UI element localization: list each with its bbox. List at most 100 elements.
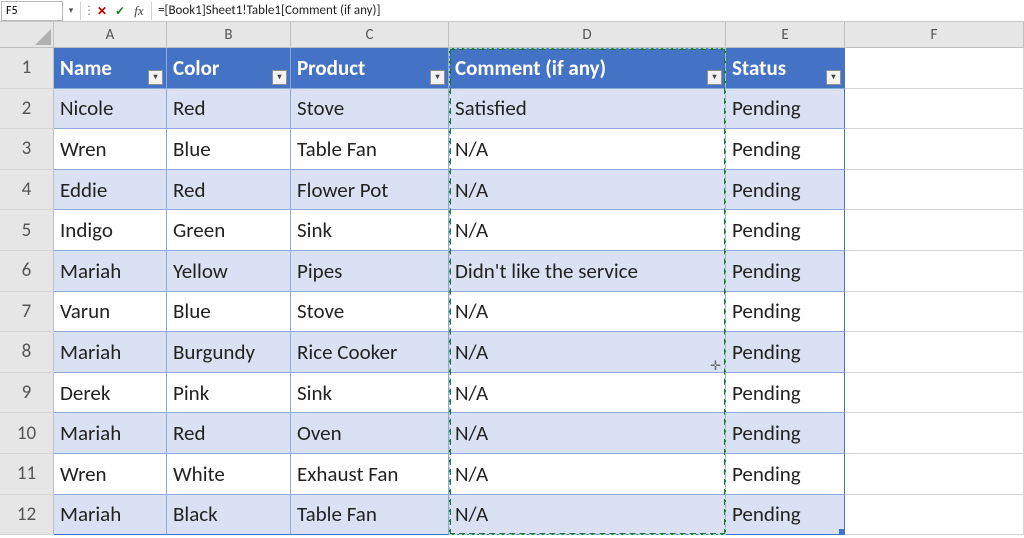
table-cell[interactable]: Table Fan <box>291 495 449 536</box>
table-cell[interactable]: Mariah <box>54 251 167 292</box>
name-box[interactable]: F5 <box>1 1 63 21</box>
table-cell[interactable]: Mariah <box>54 495 167 536</box>
table-cell[interactable]: Stove <box>291 89 449 130</box>
table-cell[interactable]: Pending <box>726 210 845 251</box>
row-header[interactable]: 4 <box>0 170 54 211</box>
cell[interactable] <box>845 373 1024 414</box>
table-cell[interactable]: N/A <box>449 292 726 333</box>
table-cell[interactable]: Indigo <box>54 210 167 251</box>
table-cell[interactable]: Table Fan <box>291 129 449 170</box>
table-cell[interactable]: Pending <box>726 454 845 495</box>
table-cell[interactable]: N/A <box>449 129 726 170</box>
cell[interactable] <box>845 292 1024 333</box>
table-cell[interactable]: Pending <box>726 292 845 333</box>
table-cell[interactable]: Mariah <box>54 332 167 373</box>
table-cell[interactable]: Wren <box>54 129 167 170</box>
table-cell[interactable]: Pending <box>726 251 845 292</box>
table-cell[interactable]: Pending <box>726 170 845 211</box>
cell[interactable] <box>845 495 1024 536</box>
formula-input[interactable]: =[Book1]Sheet1!Table1[Comment (if any)] <box>154 3 1024 18</box>
table-cell[interactable]: Burgundy <box>167 332 291 373</box>
filter-dropdown-icon[interactable]: ▾ <box>826 70 841 85</box>
cell[interactable] <box>845 210 1024 251</box>
row-header[interactable]: 8 <box>0 332 54 373</box>
table-cell[interactable]: Yellow <box>167 251 291 292</box>
table-cell[interactable]: Exhaust Fan <box>291 454 449 495</box>
table-cell[interactable]: Flower Pot <box>291 170 449 211</box>
filter-dropdown-icon[interactable]: ▾ <box>707 70 722 85</box>
table-cell[interactable]: N/A <box>449 495 726 536</box>
table-cell[interactable]: Pink <box>167 373 291 414</box>
table-header-cell[interactable]: Color▾ <box>167 48 291 89</box>
row-header[interactable]: 3 <box>0 129 54 170</box>
row-header[interactable]: 6 <box>0 251 54 292</box>
enter-button[interactable]: ✓ <box>111 1 129 21</box>
table-cell[interactable]: N/A <box>449 170 726 211</box>
row-header[interactable]: 2 <box>0 89 54 130</box>
insert-function-button[interactable]: fx <box>129 3 149 19</box>
cell[interactable] <box>845 129 1024 170</box>
table-cell[interactable]: Red <box>167 170 291 211</box>
table-cell[interactable]: Wren <box>54 454 167 495</box>
row-header[interactable]: 9 <box>0 373 54 414</box>
name-box-dropdown-icon[interactable]: ▾ <box>64 1 78 21</box>
table-cell[interactable]: Derek <box>54 373 167 414</box>
select-all-corner[interactable] <box>0 22 54 48</box>
row-header[interactable]: 12 <box>0 495 54 536</box>
filter-dropdown-icon[interactable]: ▾ <box>148 70 163 85</box>
column-header[interactable]: C <box>291 22 449 48</box>
cell[interactable] <box>845 413 1024 454</box>
table-cell[interactable]: White <box>167 454 291 495</box>
row-header[interactable]: 11 <box>0 454 54 495</box>
cell[interactable] <box>845 454 1024 495</box>
table-cell[interactable]: N/A <box>449 210 726 251</box>
table-cell[interactable]: Blue <box>167 129 291 170</box>
table-cell[interactable]: Sink <box>291 373 449 414</box>
row-header[interactable]: 10 <box>0 413 54 454</box>
table-cell[interactable]: Pending <box>726 495 845 536</box>
table-cell[interactable]: Rice Cooker <box>291 332 449 373</box>
row-header[interactable]: 5 <box>0 210 54 251</box>
table-cell[interactable]: Nicole <box>54 89 167 130</box>
column-header[interactable]: B <box>167 22 291 48</box>
table-header-cell[interactable]: Status▾ <box>726 48 845 89</box>
table-cell[interactable]: Red <box>167 413 291 454</box>
row-header[interactable]: 1 <box>0 48 54 89</box>
cancel-button[interactable]: ✕ <box>93 1 111 21</box>
table-header-cell[interactable]: Comment (if any)▾ <box>449 48 726 89</box>
table-cell[interactable]: Satisfied <box>449 89 726 130</box>
filter-dropdown-icon[interactable]: ▾ <box>272 70 287 85</box>
table-resize-handle[interactable] <box>839 529 845 535</box>
table-cell[interactable]: Pending <box>726 89 845 130</box>
table-cell[interactable]: Oven <box>291 413 449 454</box>
table-cell[interactable]: N/A <box>449 373 726 414</box>
column-header[interactable]: D <box>449 22 726 48</box>
column-header[interactable]: E <box>726 22 845 48</box>
table-cell[interactable]: Pipes <box>291 251 449 292</box>
table-cell[interactable]: Pending <box>726 129 845 170</box>
table-cell[interactable]: Blue <box>167 292 291 333</box>
table-cell[interactable]: Varun <box>54 292 167 333</box>
cell[interactable] <box>845 251 1024 292</box>
table-header-cell[interactable]: Name▾ <box>54 48 167 89</box>
table-cell[interactable]: Didn't like the service <box>449 251 726 292</box>
table-cell[interactable]: Eddie <box>54 170 167 211</box>
table-cell[interactable]: Red <box>167 89 291 130</box>
cell[interactable] <box>845 89 1024 130</box>
table-header-cell[interactable]: Product▾ <box>291 48 449 89</box>
table-cell[interactable]: N/A <box>449 454 726 495</box>
filter-dropdown-icon[interactable]: ▾ <box>430 70 445 85</box>
table-cell[interactable]: N/A <box>449 332 726 373</box>
table-cell[interactable]: Pending <box>726 413 845 454</box>
row-header[interactable]: 7 <box>0 292 54 333</box>
cell[interactable] <box>845 170 1024 211</box>
table-cell[interactable]: Sink <box>291 210 449 251</box>
table-cell[interactable]: N/A <box>449 413 726 454</box>
table-cell[interactable]: Black <box>167 495 291 536</box>
table-cell[interactable]: Mariah <box>54 413 167 454</box>
column-header[interactable]: F <box>845 22 1024 48</box>
cell[interactable] <box>845 48 1024 89</box>
cell[interactable] <box>845 332 1024 373</box>
table-cell[interactable]: Pending <box>726 332 845 373</box>
table-cell[interactable]: Green <box>167 210 291 251</box>
